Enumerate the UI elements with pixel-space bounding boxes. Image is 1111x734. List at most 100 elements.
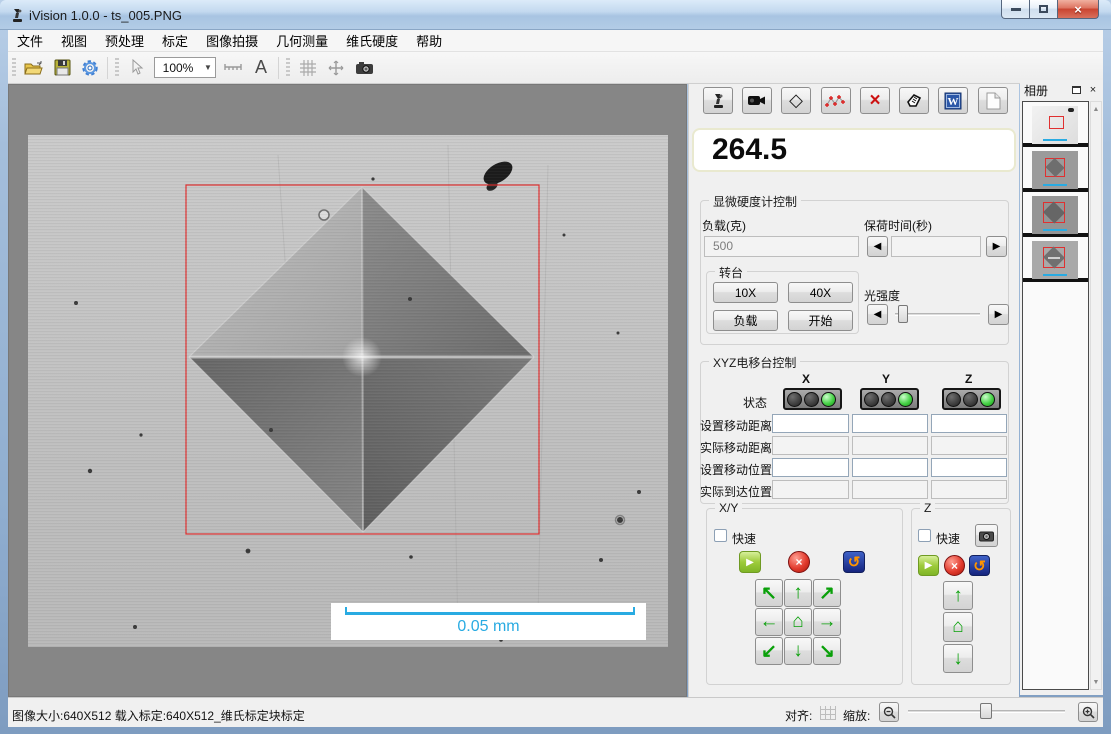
align-label: 对齐: (785, 707, 812, 724)
turret-load-button[interactable]: 负载 (713, 310, 778, 331)
start-button[interactable]: 开始 (788, 310, 853, 331)
z-reset-button[interactable]: ↺ (969, 555, 990, 576)
close-button[interactable]: × (1057, 0, 1099, 19)
menu-image-capture[interactable]: 图像拍摄 (197, 28, 267, 53)
menu-view[interactable]: 视图 (52, 28, 96, 53)
x-set-position-input[interactable] (772, 458, 849, 477)
arrow-down-icon: ↓ (793, 640, 803, 662)
dwell-decrease-button[interactable]: ◀ (867, 236, 888, 257)
z-autofocus-button[interactable] (975, 524, 998, 547)
diamond-measure-button[interactable]: ◇ (781, 87, 811, 114)
zoom-out-button[interactable] (879, 702, 899, 722)
status-label: 状态 (743, 394, 767, 411)
thumbnail-item[interactable] (1023, 237, 1088, 282)
app-icon (9, 7, 26, 24)
scroll-down-icon[interactable]: ▼ (1091, 675, 1101, 689)
dwell-time-input[interactable] (891, 236, 981, 257)
z-fast-checkbox[interactable] (918, 529, 931, 542)
maximize-button[interactable] (1029, 0, 1058, 19)
light-decrease-button[interactable]: ◀ (867, 304, 888, 325)
menu-preprocess[interactable]: 预处理 (96, 28, 153, 53)
scroll-up-icon[interactable]: ▲ (1091, 102, 1101, 116)
z-set-distance-input[interactable] (931, 414, 1007, 433)
grid-toggle-button[interactable] (296, 56, 320, 80)
xy-group-title: X/Y (715, 501, 742, 515)
menu-help[interactable]: 帮助 (407, 28, 451, 53)
album-float-button[interactable] (1069, 84, 1083, 97)
objective-10x-button[interactable]: 10X (713, 282, 778, 303)
jog-down-right-button[interactable]: ↘ (813, 637, 841, 665)
jog-down-left-button[interactable]: ↙ (755, 637, 783, 665)
z-home-button[interactable]: ⌂ (943, 612, 973, 642)
menu-geometry-measure[interactable]: 几何测量 (267, 28, 337, 53)
thumbnail-item[interactable] (1023, 102, 1088, 147)
z-go-button[interactable]: ▶ (918, 555, 939, 576)
z-down-button[interactable]: ↓ (943, 644, 973, 673)
zoom-level-combobox[interactable]: 100% ▼ (154, 57, 216, 78)
y-set-position-input[interactable] (852, 458, 928, 477)
delete-measure-button[interactable]: × (860, 87, 890, 114)
arrow-down-right-icon: ↘ (819, 640, 835, 663)
menu-bar: 文件 视图 预处理 标定 图像拍摄 几何测量 维氏硬度 帮助 (8, 30, 1103, 52)
hand-wipe-icon (904, 92, 924, 110)
y-set-distance-input[interactable] (852, 414, 928, 433)
jog-up-left-button[interactable]: ↖ (755, 579, 783, 607)
arrow-up-left-icon: ↖ (761, 582, 777, 605)
align-grid-icon[interactable] (820, 706, 836, 720)
z-stop-button[interactable]: × (944, 555, 965, 576)
microscope-image[interactable]: 0.05 mm (28, 135, 668, 647)
jog-up-button[interactable]: ↑ (784, 579, 812, 607)
menu-file[interactable]: 文件 (8, 28, 52, 53)
capture-camera-button[interactable] (352, 56, 376, 80)
zoom-slider-handle[interactable] (980, 703, 992, 719)
jog-right-button[interactable]: → (813, 608, 841, 636)
x-set-distance-input[interactable] (772, 414, 849, 433)
thumbnail-item[interactable] (1023, 147, 1088, 192)
settings-button[interactable] (78, 56, 102, 80)
jog-left-button[interactable]: ← (755, 608, 783, 636)
axis-x-label: X (802, 372, 810, 386)
arrow-down-icon: ↓ (953, 648, 963, 670)
svg-text:W: W (948, 96, 959, 108)
load-input[interactable]: 500 (704, 236, 859, 257)
text-annotation-button[interactable]: A (249, 56, 273, 80)
tester-icon (709, 92, 727, 110)
save-button[interactable] (50, 56, 74, 80)
title-bar[interactable]: iVision 1.0.0 - ts_005.PNG × (0, 0, 1111, 30)
xy-go-button[interactable]: ▶ (739, 551, 761, 573)
xy-reset-button[interactable]: ↺ (843, 551, 865, 573)
album-scrollbar[interactable]: ▲ ▼ (1090, 101, 1102, 690)
thumbnail-item[interactable] (1023, 192, 1088, 237)
clear-image-button[interactable] (899, 87, 929, 114)
cursor-tool-button[interactable] (125, 56, 149, 80)
zoom-in-button[interactable] (1078, 702, 1098, 722)
xy-fast-checkbox[interactable] (714, 529, 727, 542)
light-increase-button[interactable]: ▶ (988, 304, 1009, 325)
minimize-button[interactable] (1001, 0, 1030, 19)
arrow-left-icon: ◀ (874, 241, 882, 252)
point-measure-button[interactable] (821, 87, 851, 114)
z-set-position-input[interactable] (931, 458, 1007, 477)
center-stage-button[interactable] (324, 56, 348, 80)
jog-up-right-button[interactable]: ↗ (813, 579, 841, 607)
jog-down-button[interactable]: ↓ (784, 637, 812, 665)
reset-icon: ↺ (973, 557, 986, 575)
z-up-button[interactable]: ↑ (943, 581, 973, 610)
menu-calibration[interactable]: 标定 (153, 28, 197, 53)
xy-stop-button[interactable]: × (788, 551, 810, 573)
open-file-button[interactable] (22, 56, 46, 80)
xy-home-button[interactable]: ⌂ (784, 608, 812, 636)
measure-tool-button[interactable] (221, 56, 245, 80)
objective-40x-button[interactable]: 40X (788, 282, 853, 303)
export-word-button[interactable]: W (938, 87, 968, 114)
dwell-increase-button[interactable]: ▶ (986, 236, 1007, 257)
live-video-button[interactable] (742, 87, 772, 114)
tester-button[interactable] (703, 87, 733, 114)
diamond-icon: ◇ (789, 90, 803, 111)
new-image-button[interactable] (978, 87, 1008, 114)
menu-vickers-hardness[interactable]: 维氏硬度 (337, 28, 407, 53)
actual-position-label: 实际到达位置 (700, 483, 772, 500)
image-viewer-canvas[interactable]: 0.05 mm (8, 84, 687, 697)
album-close-button[interactable]: × (1086, 84, 1100, 97)
light-slider-handle[interactable] (898, 305, 908, 323)
